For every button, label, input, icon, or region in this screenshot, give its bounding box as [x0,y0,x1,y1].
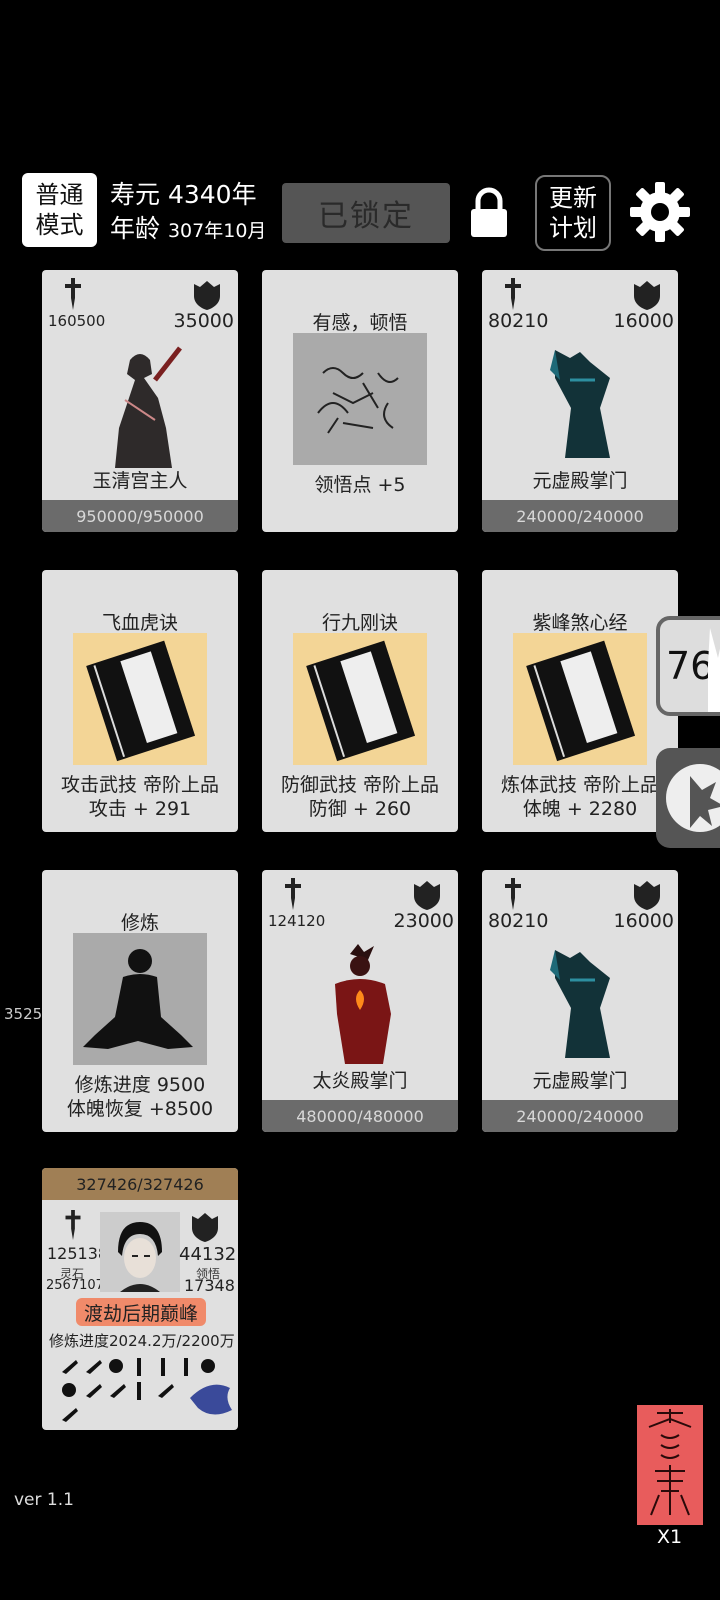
enemy-name: 玉清宫主人 [92,470,188,492]
book-icon [513,633,647,765]
skill-card-xingjiu[interactable]: 行九刚诀 防御武技 帝阶上品 防御 + 260 [262,570,458,832]
hand-counter-button[interactable]: 76 [656,616,720,716]
event-title: 有感，顿悟 [312,312,408,334]
enemy-card-yuanxu[interactable]: 80210 16000 元虚殿掌门 240000/240000 [482,270,678,532]
yuqing-master-portrait [115,346,182,468]
spirit-stone-value: 2567107 [46,1278,104,1293]
sword-icon [65,278,81,310]
defense-value: 16000 [613,910,674,932]
taiyan-master-portrait [335,944,391,1064]
attack-value: 80210 [488,910,549,932]
hp-bar: 480000/480000 [262,1100,458,1132]
enemy-card-yuanxu-2[interactable]: 80210 16000 元虚殿掌门 240000/240000 [482,870,678,1132]
sword-icon [505,878,521,910]
hp-bar: 240000/240000 [482,500,678,532]
mode-label-1: 普通 [35,181,84,209]
yuanxu-master-portrait [550,950,610,1058]
sword-icon [505,278,521,310]
life-info: 寿元 4340年 年龄 307年10月 [110,178,266,248]
skill-type: 炼体武技 帝阶上品 [500,774,660,796]
skill-title: 飞血虎诀 [101,612,178,634]
skill-title: 紫峰煞心经 [532,612,628,634]
skill-title: 行九刚诀 [321,612,398,634]
locked-button[interactable]: 已锁定 [282,183,450,243]
attack-value: 160500 [48,312,106,330]
version-text: ver 1.1 [14,1490,74,1510]
shield-icon [634,281,660,310]
player-hp: 327426/327426 [42,1168,238,1200]
sword-icon [285,878,301,910]
burst-skill-icon [666,764,720,832]
event-card-insight[interactable]: 有感，顿悟 领悟点 +5 [262,270,458,532]
age-value: 307年10月 [167,220,267,242]
enemy-card-yuqing[interactable]: 160500 35000 玉清宫主人 950000/950000 [42,270,238,532]
player-attack: 125138 [47,1244,109,1263]
insight-calligraphy-image [293,333,427,465]
shield-icon [414,881,440,910]
enemy-name: 太炎殿掌门 [312,1070,408,1092]
update-plan-button[interactable]: 更新 计划 [535,175,611,251]
lifespan-text: 寿元 4340年 [110,180,257,209]
attack-value: 124120 [268,912,326,930]
cultivate-card[interactable]: 修炼 修炼进度 9500 体魄恢复 +8500 [42,870,238,1132]
skill-type: 攻击武技 帝阶上品 [60,774,220,796]
skill-card-feixue[interactable]: 飞血虎诀 攻击武技 帝阶上品 攻击 + 291 [42,570,238,832]
age-row: 年龄 307年10月 [110,212,266,248]
lock-icon[interactable] [469,187,509,239]
hp-bar: 240000/240000 [482,1100,678,1132]
defense-value: 16000 [613,310,674,332]
book-icon [73,633,207,765]
attack-value: 80210 [488,310,549,332]
event-effect: 领悟点 +5 [314,474,406,496]
mode-button[interactable]: 普通 模式 [22,173,97,247]
gear-icon[interactable] [628,180,692,244]
side-number: 3525 [4,1005,43,1023]
enemy-card-taiyan[interactable]: 124120 23000 太炎殿掌门 480000/480000 [262,870,458,1132]
defense-value: 35000 [173,310,234,332]
talisman-count: X1 [657,1526,683,1548]
hp-bar: 950000/950000 [42,500,238,532]
cultivate-title: 修炼 [120,912,159,934]
defense-value: 23000 [393,910,454,932]
realm-badge: 渡劫后期巅峰 [76,1298,206,1326]
player-progress: 修炼进度2024.2万/2200万 [49,1332,235,1350]
player-card[interactable]: 327426/327426 125138 灵石 2567107 44132 领悟… [42,1168,238,1430]
skill-button[interactable] [656,748,720,848]
skill-type: 防御武技 帝阶上品 [280,774,440,796]
plan-label-2: 计划 [549,214,597,242]
plan-label-1: 更新 [549,184,597,212]
skill-bonus: 体魄 + 2280 [522,798,638,820]
book-icon [293,633,427,765]
meditation-icon [73,933,207,1065]
body-recovery: 体魄恢复 +8500 [66,1098,214,1120]
skill-bonus: 攻击 + 291 [88,798,192,820]
player-avatar [100,1212,180,1292]
shield-icon [634,881,660,910]
mode-label-2: 模式 [35,211,84,239]
player-defense: 44132 [179,1244,237,1265]
enemy-name: 元虚殿掌门 [532,1070,628,1092]
skill-card-zifeng[interactable]: 紫峰煞心经 炼体武技 帝阶上品 体魄 + 2280 [482,570,678,832]
skill-bonus: 防御 + 260 [308,798,412,820]
insight-value: 17348 [184,1276,235,1295]
equipment-icons [62,1358,232,1422]
cultivate-progress: 修炼进度 9500 [74,1074,206,1096]
talisman-icon[interactable] [637,1405,703,1525]
shield-icon [192,1213,218,1242]
enemy-name: 元虚殿掌门 [532,470,628,492]
sword-icon [65,1210,81,1240]
hand-icon [708,628,720,712]
age-label: 年龄 [110,214,161,243]
yuanxu-master-portrait [550,350,610,458]
shield-icon [194,281,220,310]
